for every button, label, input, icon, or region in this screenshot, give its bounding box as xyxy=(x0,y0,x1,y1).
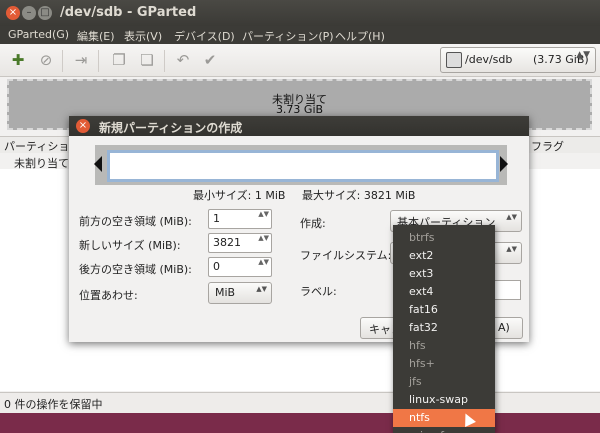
statusbar: 0 件の操作を保留中 xyxy=(0,392,600,413)
free-before-value: 1 xyxy=(213,212,220,225)
free-after-value: 0 xyxy=(213,260,220,273)
resize-left-handle-icon[interactable] xyxy=(94,156,102,172)
window-maximize-button[interactable]: □ xyxy=(38,6,52,20)
new-size-label: 新しいサイズ (MiB): xyxy=(79,239,181,252)
filesystem-option-label: ext2 xyxy=(409,249,434,262)
paste-icon[interactable]: ❏ xyxy=(138,51,156,69)
chevron-updown-icon: ▲▼ xyxy=(506,213,517,221)
menu-gparted[interactable]: GParted(G) xyxy=(8,28,69,41)
filesystem-option[interactable]: jfs xyxy=(393,373,495,391)
undo-icon[interactable]: ↶ xyxy=(174,51,192,69)
partition-resizer[interactable] xyxy=(94,145,508,185)
menubar: GParted(G) 編集(E) 表示(V) デバイス(D) パーティション(P… xyxy=(0,26,600,44)
filesystem-option-label: ext4 xyxy=(409,285,434,298)
filesystem-option[interactable]: hfs xyxy=(393,337,495,355)
align-label: 位置あわせ: xyxy=(79,289,138,302)
menu-view[interactable]: 表示(V) xyxy=(124,28,162,44)
toolbar-separator xyxy=(62,50,63,72)
dialog-close-button[interactable]: × xyxy=(76,119,90,133)
delete-icon[interactable]: ⊘ xyxy=(37,51,55,69)
filesystem-option[interactable]: reiserfs xyxy=(393,427,495,433)
toolbar-separator xyxy=(164,50,165,72)
column-flags[interactable]: フラグ xyxy=(531,138,564,154)
device-selector[interactable]: /dev/sdb (3.73 GiB) ▲▼ xyxy=(440,47,596,73)
window-minimize-button[interactable]: – xyxy=(22,6,36,20)
filesystem-option[interactable]: ext2 xyxy=(393,247,495,265)
pending-operations-text: 0 件の操作を保留中 xyxy=(4,398,103,411)
window-close-button[interactable]: × xyxy=(6,6,20,20)
filesystem-option[interactable]: ext3 xyxy=(393,265,495,283)
menu-device[interactable]: デバイス(D) xyxy=(174,28,235,44)
dialog-titlebar[interactable]: × 新規パーティションの作成 xyxy=(69,116,529,136)
spin-arrows-icon[interactable]: ▲▼ xyxy=(258,234,269,242)
resize-icon[interactable]: ⇥ xyxy=(72,51,90,69)
add-button-label: A) xyxy=(498,321,510,334)
toolbar-separator xyxy=(98,50,99,72)
filesystem-option-label: hfs+ xyxy=(409,357,435,370)
filesystem-option[interactable]: fat32 xyxy=(393,319,495,337)
chevron-updown-icon: ▲▼ xyxy=(506,245,517,253)
filesystem-option[interactable]: fat16 xyxy=(393,301,495,319)
menu-help[interactable]: ヘルプ(H) xyxy=(335,28,385,44)
harddisk-icon xyxy=(446,52,462,68)
filesystem-option-label: fat32 xyxy=(409,321,438,334)
chevron-updown-icon: ▲▼ xyxy=(256,285,267,293)
filesystem-option-label: reiserfs xyxy=(409,429,450,433)
filesystem-option-label: btrfs xyxy=(409,231,435,244)
filesystem-option[interactable]: linux-swap xyxy=(393,391,495,409)
filesystem-dropdown: btrfs ext2 ext3 ext4 fat16 fat32 hfs hfs+ jfs lin… xyxy=(393,225,495,433)
free-after-label: 後方の空き領域 (MiB): xyxy=(79,263,192,276)
window-title: /dev/sdb - GParted xyxy=(60,5,197,20)
filesystem-option[interactable]: hfs+ xyxy=(393,355,495,373)
max-size-text: 最大サイズ: 3821 MiB xyxy=(302,189,416,202)
filesystem-option[interactable]: ext4 xyxy=(393,283,495,301)
chevron-updown-icon: ▲▼ xyxy=(576,50,590,60)
align-combo[interactable]: MiB ▲▼ xyxy=(208,282,272,304)
apply-icon[interactable]: ✔ xyxy=(201,51,219,69)
free-after-spinner[interactable]: 0 ▲▼ xyxy=(208,257,272,277)
spin-arrows-icon[interactable]: ▲▼ xyxy=(258,258,269,266)
copy-icon[interactable]: ❐ xyxy=(110,51,128,69)
new-partition-icon[interactable]: ✚ xyxy=(9,51,27,69)
partition-resizer-bar[interactable] xyxy=(107,150,499,182)
filesystem-option-label: linux-swap xyxy=(409,393,468,406)
label-field-label: ラベル: xyxy=(300,285,337,298)
device-name: /dev/sdb xyxy=(465,53,513,66)
spin-arrows-icon[interactable]: ▲▼ xyxy=(258,210,269,218)
align-value: MiB xyxy=(215,286,236,299)
dialog-title: 新規パーティションの作成 xyxy=(99,121,243,135)
filesystem-option-label: jfs xyxy=(409,375,422,388)
filesystem-label: ファイルシステム: xyxy=(300,249,392,262)
resize-right-handle-icon[interactable] xyxy=(500,156,508,172)
filesystem-option-label: hfs xyxy=(409,339,426,352)
new-size-value: 3821 xyxy=(213,236,241,249)
menu-partition[interactable]: パーティション(P) xyxy=(242,28,334,44)
filesystem-option-label: ntfs xyxy=(409,411,430,424)
disk-map-size: 3.73 GiB xyxy=(275,103,324,116)
filesystem-option[interactable]: btrfs xyxy=(393,229,495,247)
menu-edit[interactable]: 編集(E) xyxy=(77,28,115,44)
filesystem-option[interactable]: ntfs xyxy=(393,409,495,427)
filesystem-option-label: ext3 xyxy=(409,267,434,280)
create-as-label: 作成: xyxy=(300,217,326,230)
min-size-text: 最小サイズ: 1 MiB xyxy=(193,189,286,202)
free-before-spinner[interactable]: 1 ▲▼ xyxy=(208,209,272,229)
window-titlebar[interactable]: × – □ /dev/sdb - GParted xyxy=(0,0,600,26)
new-size-spinner[interactable]: 3821 ▲▼ xyxy=(208,233,272,253)
filesystem-option-label: fat16 xyxy=(409,303,438,316)
free-before-label: 前方の空き領域 (MiB): xyxy=(79,215,192,228)
